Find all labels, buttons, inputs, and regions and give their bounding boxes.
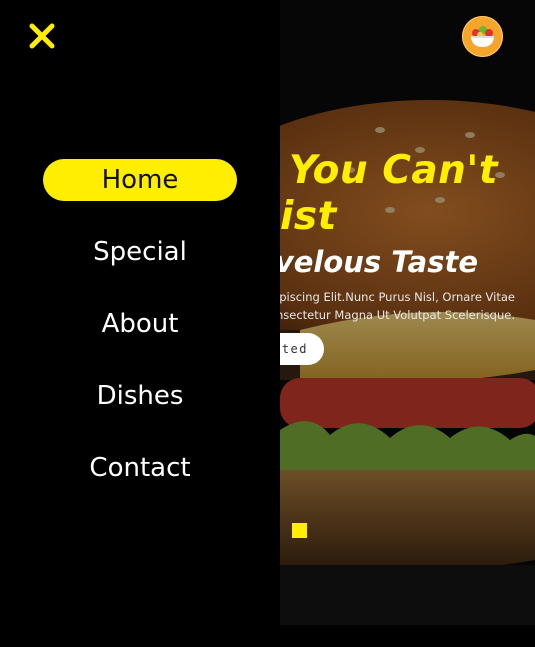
nav-item-contact[interactable]: Contact — [43, 447, 237, 489]
nav-item-home[interactable]: Home — [43, 159, 237, 201]
nav-item-dishes[interactable]: Dishes — [43, 375, 237, 417]
nav-item-special[interactable]: Special — [43, 231, 237, 273]
salad-bowl-icon[interactable] — [462, 16, 503, 57]
close-icon[interactable] — [28, 22, 56, 50]
nav-item-about[interactable]: About — [43, 303, 237, 345]
slider-indicator-active[interactable] — [292, 523, 307, 538]
side-menu: Home Special About Dishes Contact — [0, 0, 280, 647]
nav-menu: Home Special About Dishes Contact — [0, 159, 280, 519]
